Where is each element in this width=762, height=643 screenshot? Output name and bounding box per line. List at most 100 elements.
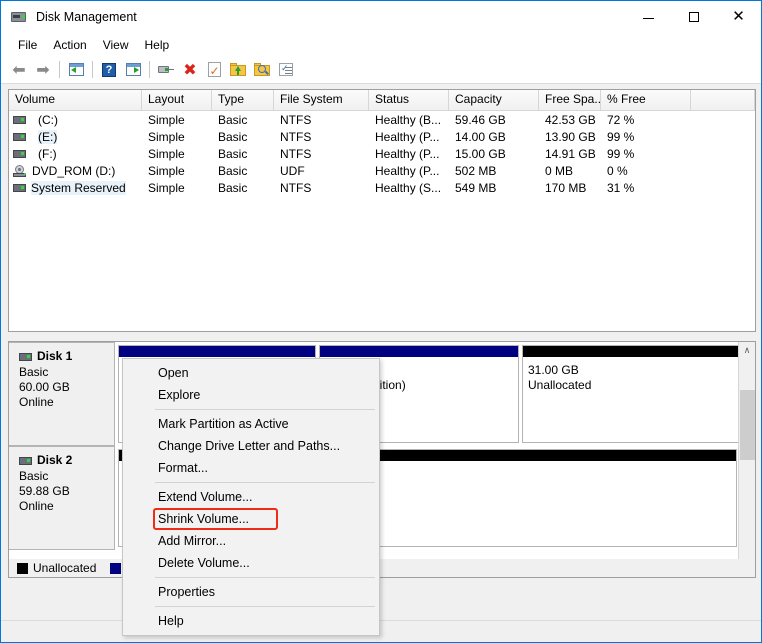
column-header[interactable]: Volume xyxy=(9,90,142,110)
dvd-drive-icon xyxy=(13,164,27,177)
volume-list: Volume Layout Type File System Status Capacit… xyxy=(8,89,756,332)
maximize-button[interactable] xyxy=(671,1,716,32)
context-menu-item[interactable]: Help xyxy=(123,610,379,632)
partition-color-bar xyxy=(523,346,738,357)
close-button[interactable]: ✕ xyxy=(716,1,761,32)
disk-row: Disk 2 Basic 59.88 GB Online xyxy=(9,446,755,550)
status-cell: Healthy (P... xyxy=(375,129,440,144)
layout-cell: Simple xyxy=(148,146,185,161)
volume-label: DVD_ROM (D:) xyxy=(32,163,116,178)
free-space-cell: 42.53 GB xyxy=(545,112,596,127)
show-hide-action-pane-button[interactable] xyxy=(121,59,145,81)
minimize-button[interactable] xyxy=(626,1,671,32)
table-row[interactable]: DVD_ROM (D:) Simple Basic UDF Healthy (P... 5… xyxy=(9,162,755,179)
disk-info-panel[interactable]: Disk 1 Basic 60.00 GB Online xyxy=(9,342,115,446)
context-menu-item[interactable]: Open xyxy=(123,362,379,384)
disk-info-panel[interactable]: Disk 2 Basic 59.88 GB Online xyxy=(9,446,115,550)
table-row[interactable]: System Reserved Simple Basic NTFS Healthy (S… xyxy=(9,179,755,196)
export-list-icon xyxy=(230,63,246,76)
scroll-up-button[interactable]: ∧ xyxy=(739,342,755,359)
column-header[interactable]: Status xyxy=(369,90,449,110)
free-space-cell: 14.91 GB xyxy=(545,146,596,161)
disk-title: Disk 1 xyxy=(19,349,114,364)
disk-state: Online xyxy=(19,395,54,409)
status-cell: Healthy (P... xyxy=(375,163,440,178)
table-row[interactable]: (E:) Simple Basic NTFS Healthy (P... 14.00 GB… xyxy=(9,128,755,145)
disk-title: Disk 2 xyxy=(19,453,114,468)
column-header[interactable] xyxy=(691,90,755,110)
column-header[interactable]: File System xyxy=(274,90,369,110)
context-menu-item[interactable]: Change Drive Letter and Paths... xyxy=(123,435,379,457)
hard-disk-icon xyxy=(19,456,32,465)
toolbar-separator xyxy=(149,61,150,78)
show-hide-console-tree-button[interactable] xyxy=(64,59,88,81)
layout-cell: Simple xyxy=(148,180,185,195)
delete-button[interactable]: ✖ xyxy=(178,59,202,81)
properties-icon: ✓ xyxy=(207,62,221,78)
partition-legend: UnallocatedPr xyxy=(8,559,756,578)
layout-cell: Simple xyxy=(148,163,185,178)
forward-button[interactable]: ➡ xyxy=(31,59,55,81)
column-header[interactable]: % Free xyxy=(601,90,691,110)
context-menu-item[interactable]: Shrink Volume... xyxy=(123,508,379,530)
find-icon xyxy=(254,63,270,76)
delete-icon: ✖ xyxy=(183,59,197,79)
type-cell: Basic xyxy=(218,163,248,178)
type-cell: Basic xyxy=(218,112,248,127)
properties-button[interactable]: ✓ xyxy=(202,59,226,81)
column-header[interactable]: Type xyxy=(212,90,274,110)
menu-view[interactable]: View xyxy=(95,36,137,54)
table-row[interactable]: (C:) Simple Basic NTFS Healthy (B... 59.46 GB… xyxy=(9,111,755,128)
menu-help[interactable]: Help xyxy=(137,36,178,54)
context-menu-item[interactable]: Extend Volume... xyxy=(123,486,379,508)
window-title: Disk Management xyxy=(36,10,137,24)
list-view-button[interactable]: ✓ xyxy=(274,59,298,81)
type-cell: Basic xyxy=(218,180,248,195)
context-menu-item[interactable]: Add Mirror... xyxy=(123,530,379,552)
menu-separator xyxy=(155,577,375,578)
file-system-cell: UDF xyxy=(280,163,305,178)
context-menu-item[interactable]: Delete Volume... xyxy=(123,552,379,574)
title-bar: Disk Management ✕ xyxy=(1,1,761,33)
file-system-cell: NTFS xyxy=(280,129,312,144)
partition-block[interactable]: 31.00 GB Unallocated xyxy=(522,345,739,443)
rescan-disks-button[interactable] xyxy=(154,59,178,81)
disk-pane-scrollbar[interactable]: ∧ ∨ xyxy=(738,342,755,572)
export-list-button[interactable] xyxy=(226,59,250,81)
window-controls: ✕ xyxy=(626,1,761,33)
help-icon: ? xyxy=(102,62,116,77)
help-button[interactable]: ? xyxy=(97,59,121,81)
find-button[interactable] xyxy=(250,59,274,81)
volume-cell[interactable]: (E:) xyxy=(9,129,142,144)
volume-cell[interactable]: (C:) xyxy=(9,113,142,127)
context-menu-item[interactable]: Format... xyxy=(123,457,379,479)
context-menu-item[interactable]: Explore xyxy=(123,384,379,406)
percent-free-cell: 99 % xyxy=(607,129,635,144)
context-menu-item[interactable]: Properties xyxy=(123,581,379,603)
context-menu-item[interactable]: Mark Partition as Active xyxy=(123,413,379,435)
table-row[interactable]: (F:) Simple Basic NTFS Healthy (P... 15.00 GB… xyxy=(9,145,755,162)
column-header[interactable]: Free Spa... xyxy=(539,90,601,110)
volume-cell[interactable]: (F:) xyxy=(9,147,142,161)
column-header[interactable]: Layout xyxy=(142,90,212,110)
type-cell: Basic xyxy=(218,129,248,144)
hard-disk-icon xyxy=(13,132,26,141)
capacity-cell: 502 MB xyxy=(455,163,497,178)
volume-label: (C:) xyxy=(38,112,58,127)
toolbar-separator xyxy=(92,61,93,78)
capacity-cell: 14.00 GB xyxy=(455,129,506,144)
disk-type: Basic xyxy=(19,469,49,483)
disk-graphical-view: Disk 1Basic60.00 GBOnlineTFSimary Partit… xyxy=(8,341,756,573)
volume-cell[interactable]: System Reserved xyxy=(9,180,142,195)
show-hide-action-pane-icon xyxy=(125,63,141,76)
menu-file[interactable]: File xyxy=(10,36,45,54)
file-system-cell: NTFS xyxy=(280,146,312,161)
percent-free-cell: 99 % xyxy=(607,146,635,161)
volume-cell[interactable]: DVD_ROM (D:) xyxy=(9,164,142,178)
back-button[interactable]: ⬅ xyxy=(7,59,31,81)
close-icon: ✕ xyxy=(732,7,745,25)
column-header[interactable]: Capacity xyxy=(449,90,539,110)
layout-cell: Simple xyxy=(148,112,185,127)
scrollbar-thumb[interactable] xyxy=(740,390,755,460)
menu-action[interactable]: Action xyxy=(45,36,94,54)
